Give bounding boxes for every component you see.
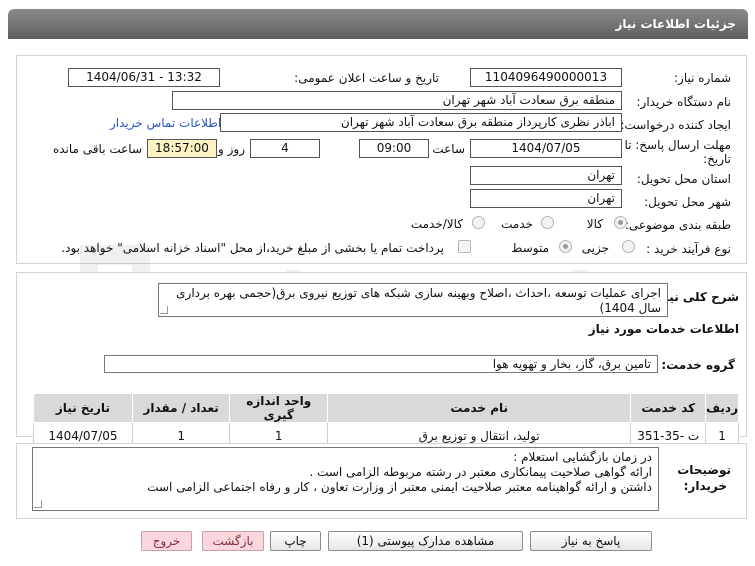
col-row-number: ردیف (705, 393, 739, 423)
announce-label: تاریخ و ساعت اعلان عمومی: (294, 71, 439, 85)
days-label: روز و (218, 142, 245, 156)
deadline-time-label: ساعت (432, 142, 465, 156)
category-option-service: خدمت (501, 217, 533, 231)
treasury-payment-note: پرداخت تمام یا بخشی از مبلغ خرید،از محل … (61, 241, 444, 255)
category-label: طبقه بندی موضوعی: (624, 218, 731, 232)
days-remaining-field: 4 (250, 139, 320, 158)
category-option-goods: کالا (586, 217, 603, 231)
buyer-notes-text: در زمان بازگشایی استعلام : ارائه گواهی ص… (32, 447, 659, 511)
description-resize-handle[interactable] (160, 306, 168, 314)
services-section-title: اطلاعات خدمات مورد نیاز (588, 322, 739, 336)
category-radio-goods-service[interactable] (472, 216, 485, 229)
process-radio-minor[interactable] (622, 240, 635, 253)
description-text: اجرای عملیات توسعه ،احداث ،اصلاح وبهینه … (158, 283, 668, 317)
buyer-notes-resize-handle[interactable] (34, 500, 42, 508)
announce-field: 1404/06/31 - 13:32 (68, 68, 220, 87)
service-group-field: تامین برق، گاز، بخار و تهویه هوا (104, 355, 658, 373)
deadline-date-field: 1404/07/05 (470, 139, 622, 158)
province-label: استان محل تحویل: (636, 172, 731, 186)
deadline-time-field: 09:00 (359, 139, 429, 158)
view-attachments-button[interactable]: مشاهده مدارک پیوستی (1) (328, 531, 523, 551)
province-field: تهران (470, 166, 622, 185)
col-service-name: نام خدمت (327, 393, 632, 423)
need-number-field: 1104096490000013 (470, 68, 622, 87)
deadline-label-date: تاریخ: (703, 152, 731, 166)
category-option-goods-service: کالا/خدمت (410, 217, 463, 231)
services-table: ردیف کد خدمت نام خدمت واحد اندازه گیری ت… (33, 393, 739, 449)
buyer-note-line-3: داشتن و ارائه گواهینامه معتبر صلاحیت ایم… (147, 480, 652, 494)
category-radio-service[interactable] (541, 216, 554, 229)
city-field: تهران (470, 189, 622, 208)
remaining-label: ساعت باقی مانده (52, 142, 142, 156)
back-button[interactable]: بازگشت (202, 531, 264, 551)
process-label: نوع فرآیند خرید : (646, 242, 731, 256)
remaining-time-field: 18:57:00 (147, 139, 217, 158)
buyer-contact-link[interactable]: اطلاعات تماس خریدار (110, 116, 221, 130)
service-group-label: گروه خدمت: (661, 358, 735, 372)
city-label: شهر محل تحویل: (644, 195, 731, 209)
buyer-notes-label: توضیحات (677, 463, 731, 477)
exit-button[interactable]: خروج (141, 531, 192, 551)
category-radio-goods[interactable] (614, 216, 627, 229)
process-radio-medium[interactable] (559, 240, 572, 253)
buyer-note-line-2: ارائه گواهی صلاحیت پیمانکاری معتبر در رش… (309, 465, 652, 479)
process-option-minor: جزیی (581, 241, 609, 255)
print-button[interactable]: چاپ (270, 531, 321, 551)
deadline-label: مهلت ارسال پاسخ: تا (624, 138, 731, 152)
reply-button[interactable]: پاسخ به نیاز (530, 531, 652, 551)
page-title: جزئیات اطلاعات نیاز (8, 9, 748, 39)
col-quantity: تعداد / مقدار (131, 393, 231, 423)
col-service-code: کد خدمت (630, 393, 707, 423)
creator-field: اباذر نظری کارپرداز منطقه برق سعادت آباد… (220, 113, 622, 132)
buyer-notes-label-2: خریدار: (683, 479, 727, 493)
process-option-medium: متوسط (511, 241, 549, 255)
treasury-payment-checkbox[interactable] (458, 240, 471, 253)
buyer-field: منطقه برق سعادت آباد شهر تهران (172, 91, 622, 110)
creator-label: ایجاد کننده درخواست: (620, 118, 731, 132)
buyer-note-line-1: در زمان بازگشایی استعلام : (513, 450, 652, 464)
col-unit: واحد اندازه گیری (229, 393, 329, 423)
col-need-date: تاریخ نیاز (33, 393, 133, 423)
buyer-label: نام دستگاه خریدار: (636, 95, 732, 109)
need-number-label: شماره نیاز: (674, 71, 731, 85)
